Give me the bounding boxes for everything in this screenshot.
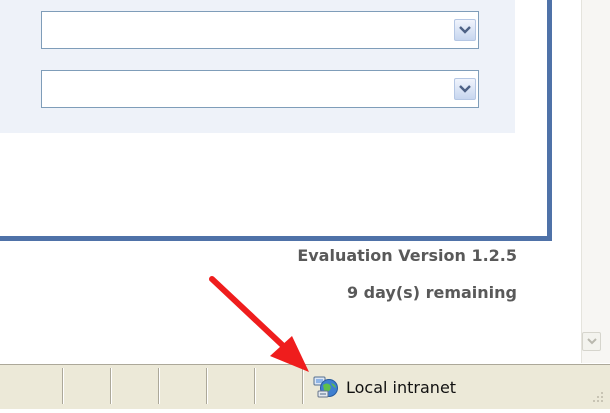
vertical-scrollbar[interactable] bbox=[581, 0, 610, 363]
chevron-down-icon bbox=[587, 338, 597, 345]
status-pane-divider bbox=[302, 368, 303, 404]
window-bottom-edge bbox=[0, 409, 610, 413]
dropdown-select-1[interactable] bbox=[41, 11, 479, 49]
browser-content-area: Evaluation Version 1.2.5 9 day(s) remain… bbox=[0, 0, 581, 363]
status-bar: Local intranet bbox=[0, 363, 610, 409]
resize-grip-icon[interactable] bbox=[592, 391, 604, 403]
intranet-globe-icon bbox=[313, 376, 338, 398]
chevron-down-icon bbox=[459, 85, 471, 93]
evaluation-version-label: Evaluation Version 1.2.5 bbox=[297, 246, 517, 265]
form-panel bbox=[0, 0, 552, 241]
dropdown-2-button[interactable] bbox=[454, 78, 476, 100]
status-pane-divider bbox=[110, 368, 111, 404]
security-zone[interactable]: Local intranet bbox=[312, 373, 456, 401]
status-pane-divider bbox=[254, 368, 255, 404]
status-pane-divider bbox=[62, 368, 63, 404]
form-field-group bbox=[0, 0, 515, 133]
security-zone-label: Local intranet bbox=[346, 377, 457, 397]
status-pane-divider bbox=[206, 368, 207, 404]
evaluation-remaining-label: 9 day(s) remaining bbox=[346, 283, 517, 302]
scroll-down-button[interactable] bbox=[582, 332, 601, 351]
chevron-down-icon bbox=[459, 26, 471, 34]
dropdown-select-2[interactable] bbox=[41, 70, 479, 108]
status-pane-divider bbox=[158, 368, 159, 404]
dropdown-1-button[interactable] bbox=[454, 19, 476, 41]
